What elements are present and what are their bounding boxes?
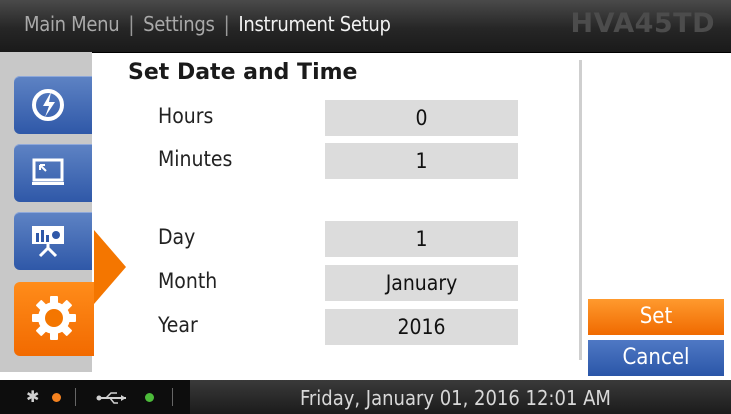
status-bar: ✱ Friday, January 01, 2016 12:01 AM bbox=[0, 380, 731, 414]
cancel-button[interactable]: Cancel bbox=[588, 340, 724, 376]
sidebar bbox=[0, 52, 94, 372]
month-field[interactable]: January bbox=[325, 265, 518, 301]
model-name: HVA45TD bbox=[570, 8, 715, 39]
sidebar-item-test[interactable] bbox=[14, 76, 92, 134]
breadcrumb-separator: | bbox=[223, 12, 230, 36]
status-divider bbox=[75, 388, 76, 406]
breadcrumb-main-menu[interactable]: Main Menu bbox=[24, 12, 120, 36]
status-divider bbox=[172, 388, 173, 406]
power-test-icon bbox=[32, 89, 64, 121]
active-item-arrow bbox=[94, 230, 126, 304]
day-field[interactable]: 1 bbox=[325, 221, 518, 257]
header-bar: Main Menu | Settings | Instrument Setup HVA4… bbox=[0, 0, 731, 53]
bluetooth-status-dot bbox=[52, 393, 61, 402]
sidebar-item-display[interactable] bbox=[14, 144, 92, 202]
usb-icon bbox=[96, 392, 126, 404]
hours-field[interactable]: 0 bbox=[325, 100, 518, 136]
sidebar-item-presentation[interactable] bbox=[14, 212, 92, 270]
sidebar-item-settings[interactable] bbox=[14, 282, 94, 356]
bluetooth-icon: ✱ bbox=[26, 387, 40, 406]
minutes-field[interactable]: 1 bbox=[325, 143, 518, 179]
set-button[interactable]: Set bbox=[588, 299, 724, 335]
breadcrumb: Main Menu | Settings | Instrument Setup bbox=[24, 12, 391, 36]
day-label: Day bbox=[158, 225, 196, 249]
instrument-screen: Main Menu | Settings | Instrument Setup HVA4… bbox=[0, 0, 731, 414]
breadcrumb-separator: | bbox=[128, 12, 135, 36]
datetime-display: Friday, January 01, 2016 12:01 AM bbox=[300, 386, 611, 410]
vertical-divider bbox=[579, 60, 582, 360]
breadcrumb-settings[interactable]: Settings bbox=[143, 12, 215, 36]
page-title: Set Date and Time bbox=[128, 60, 358, 85]
hours-label: Hours bbox=[158, 104, 214, 128]
year-field[interactable]: 2016 bbox=[325, 309, 518, 345]
gear-icon bbox=[32, 296, 76, 340]
display-icon bbox=[32, 158, 64, 185]
year-label: Year bbox=[158, 313, 198, 337]
minutes-label: Minutes bbox=[158, 147, 233, 171]
breadcrumb-instrument-setup: Instrument Setup bbox=[238, 12, 391, 36]
usb-status-dot bbox=[145, 393, 154, 402]
month-label: Month bbox=[158, 269, 218, 293]
presentation-chart-icon bbox=[32, 226, 64, 258]
